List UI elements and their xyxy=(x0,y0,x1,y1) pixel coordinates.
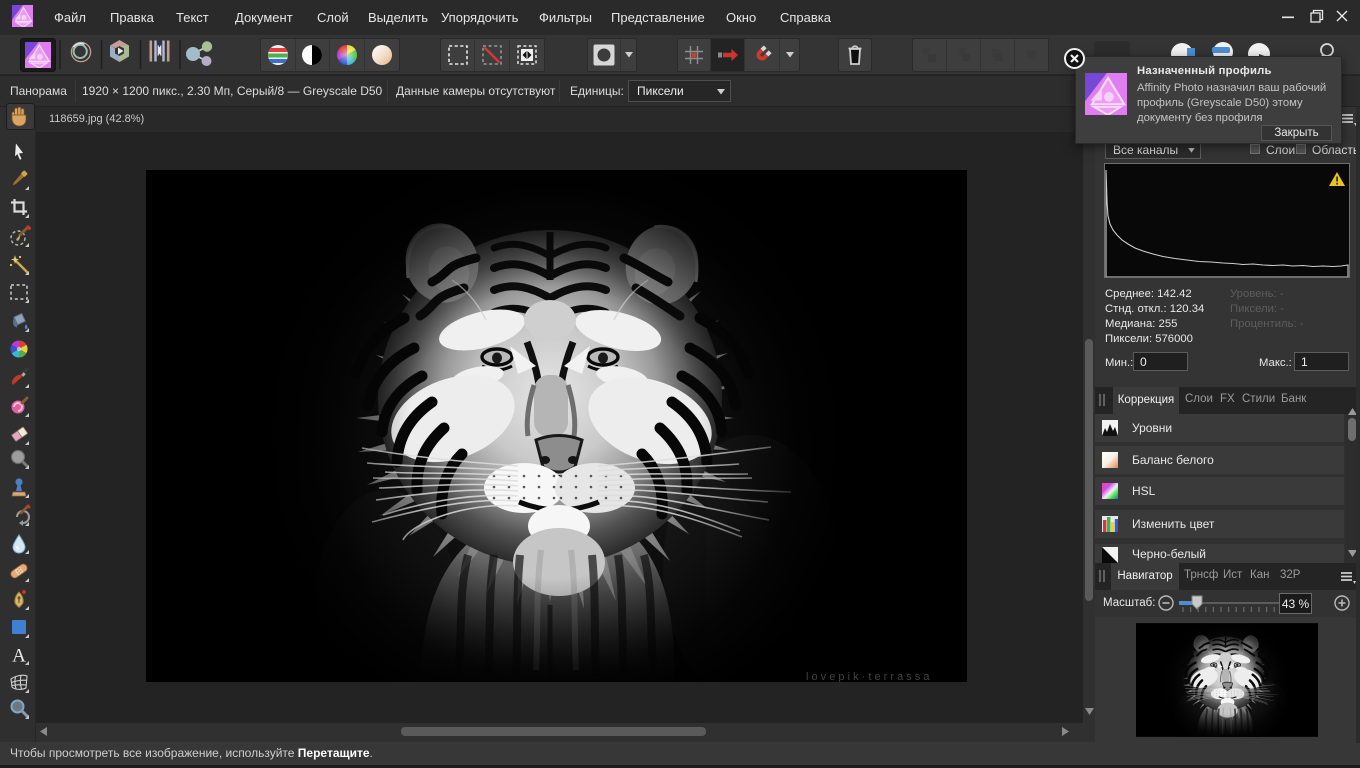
svg-text:A: A xyxy=(12,646,26,667)
svg-text:l o v e p i k · t e r r a s s: l o v e p i k · t e r r a s s a xyxy=(806,671,930,682)
